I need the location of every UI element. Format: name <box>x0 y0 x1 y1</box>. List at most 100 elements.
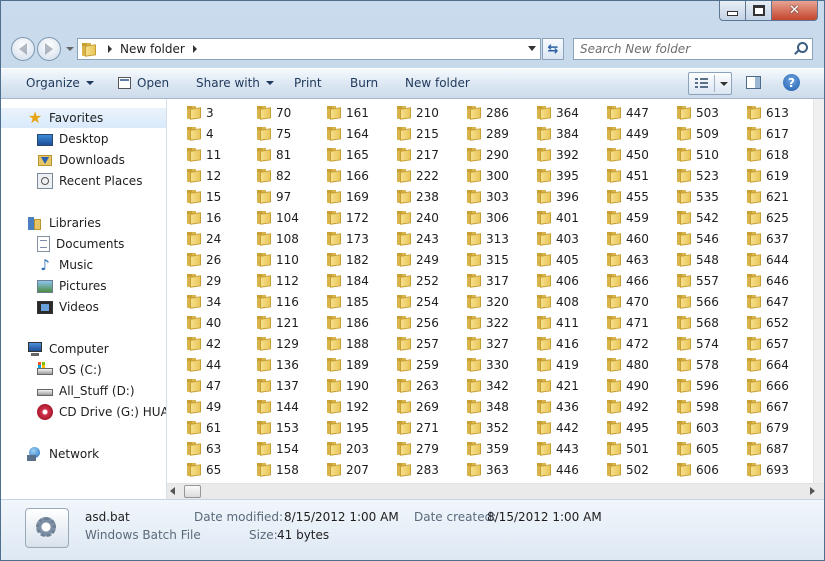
nav-downloads[interactable]: Downloads <box>1 150 166 170</box>
folder-item[interactable]: 342 <box>449 375 519 396</box>
folder-item[interactable]: 49 <box>169 396 239 417</box>
folder-item[interactable]: 327 <box>449 333 519 354</box>
forward-button[interactable] <box>37 37 61 61</box>
folder-item[interactable]: 546 <box>659 228 729 249</box>
scroll-left-arrow-icon[interactable] <box>170 487 175 495</box>
folder-item[interactable]: 215 <box>379 123 449 144</box>
folder-item[interactable]: 110 <box>239 249 309 270</box>
nav-desktop[interactable]: Desktop <box>1 129 166 149</box>
folder-item[interactable]: 568 <box>659 312 729 333</box>
folder-item[interactable]: 463 <box>589 249 659 270</box>
address-dropdown-icon[interactable] <box>528 46 536 51</box>
folder-item[interactable]: 492 <box>589 396 659 417</box>
folder-item[interactable]: 153 <box>239 417 309 438</box>
print-button[interactable]: Print <box>294 76 322 90</box>
folder-item[interactable]: 401 <box>519 207 589 228</box>
folder-item[interactable]: 26 <box>169 249 239 270</box>
preview-pane-button[interactable] <box>746 76 761 89</box>
folder-item[interactable]: 446 <box>519 459 589 480</box>
folder-item[interactable]: 259 <box>379 354 449 375</box>
folder-item[interactable]: 254 <box>379 291 449 312</box>
open-button[interactable]: Open <box>118 76 169 90</box>
folder-item[interactable]: 348 <box>449 396 519 417</box>
folder-item[interactable]: 263 <box>379 375 449 396</box>
folder-item[interactable]: 687 <box>729 438 799 459</box>
nav-all-stuff-d[interactable]: All_Stuff (D:) <box>1 381 166 401</box>
search-icon[interactable] <box>792 41 808 57</box>
folder-item[interactable]: 169 <box>309 186 379 207</box>
folder-item[interactable]: 574 <box>659 333 729 354</box>
minimize-button[interactable] <box>719 1 746 21</box>
folder-item[interactable]: 421 <box>519 375 589 396</box>
search-box[interactable] <box>573 38 813 60</box>
folder-item[interactable]: 603 <box>659 417 729 438</box>
folder-item[interactable]: 75 <box>239 123 309 144</box>
folder-item[interactable]: 269 <box>379 396 449 417</box>
folder-item[interactable]: 11 <box>169 144 239 165</box>
folder-item[interactable]: 652 <box>729 312 799 333</box>
search-input[interactable] <box>574 42 792 56</box>
folder-item[interactable]: 137 <box>239 375 309 396</box>
folder-item[interactable]: 450 <box>589 144 659 165</box>
folder-item[interactable]: 161 <box>309 102 379 123</box>
folder-item[interactable]: 411 <box>519 312 589 333</box>
folder-item[interactable]: 222 <box>379 165 449 186</box>
folder-item[interactable]: 283 <box>379 459 449 480</box>
folder-item[interactable]: 81 <box>239 144 309 165</box>
folder-item[interactable]: 460 <box>589 228 659 249</box>
folder-item[interactable]: 15 <box>169 186 239 207</box>
folder-item[interactable]: 24 <box>169 228 239 249</box>
folder-item[interactable]: 619 <box>729 165 799 186</box>
folder-item[interactable]: 451 <box>589 165 659 186</box>
folder-item[interactable]: 384 <box>519 123 589 144</box>
folder-item[interactable]: 322 <box>449 312 519 333</box>
folder-item[interactable]: 300 <box>449 165 519 186</box>
folder-item[interactable]: 472 <box>589 333 659 354</box>
folder-item[interactable]: 279 <box>379 438 449 459</box>
nav-videos[interactable]: Videos <box>1 297 166 317</box>
folder-item[interactable]: 104 <box>239 207 309 228</box>
folder-item[interactable]: 154 <box>239 438 309 459</box>
nav-computer[interactable]: Computer <box>1 339 166 359</box>
nav-recent-places[interactable]: Recent Places <box>1 171 166 191</box>
folder-item[interactable]: 566 <box>659 291 729 312</box>
folder-item[interactable]: 192 <box>309 396 379 417</box>
nav-cd-drive-g[interactable]: CD Drive (G:) HUAWEI <box>1 402 166 422</box>
folder-item[interactable]: 621 <box>729 186 799 207</box>
folder-item[interactable]: 44 <box>169 354 239 375</box>
folder-item[interactable]: 210 <box>379 102 449 123</box>
folder-item[interactable]: 173 <box>309 228 379 249</box>
folder-item[interactable]: 436 <box>519 396 589 417</box>
folder-item[interactable]: 217 <box>379 144 449 165</box>
breadcrumb-chevron-icon[interactable] <box>108 45 112 53</box>
refresh-button[interactable]: ⇆ <box>542 38 564 60</box>
folder-item[interactable]: 144 <box>239 396 309 417</box>
folder-item[interactable]: 290 <box>449 144 519 165</box>
folder-item[interactable]: 495 <box>589 417 659 438</box>
address-bar[interactable]: New folder <box>77 38 541 60</box>
folder-item[interactable]: 243 <box>379 228 449 249</box>
folder-item[interactable]: 459 <box>589 207 659 228</box>
folder-item[interactable]: 679 <box>729 417 799 438</box>
folder-item[interactable]: 108 <box>239 228 309 249</box>
organize-button[interactable]: Organize <box>26 76 94 90</box>
folder-item[interactable]: 443 <box>519 438 589 459</box>
folder-item[interactable]: 207 <box>309 459 379 480</box>
folder-item[interactable]: 466 <box>589 270 659 291</box>
folder-item[interactable]: 330 <box>449 354 519 375</box>
share-with-button[interactable]: Share with <box>196 76 274 90</box>
folder-item[interactable]: 447 <box>589 102 659 123</box>
new-folder-button[interactable]: New folder <box>405 76 470 90</box>
folder-item[interactable]: 190 <box>309 375 379 396</box>
folder-item[interactable]: 364 <box>519 102 589 123</box>
folder-item[interactable]: 313 <box>449 228 519 249</box>
folder-item[interactable]: 490 <box>589 375 659 396</box>
folder-item[interactable]: 185 <box>309 291 379 312</box>
chevron-down-icon[interactable] <box>720 81 728 86</box>
folder-item[interactable]: 203 <box>309 438 379 459</box>
close-button[interactable]: ✕ <box>772 1 818 21</box>
folder-item[interactable]: 395 <box>519 165 589 186</box>
folder-item[interactable]: 501 <box>589 438 659 459</box>
help-button[interactable]: ? <box>783 74 800 91</box>
folder-item[interactable]: 667 <box>729 396 799 417</box>
